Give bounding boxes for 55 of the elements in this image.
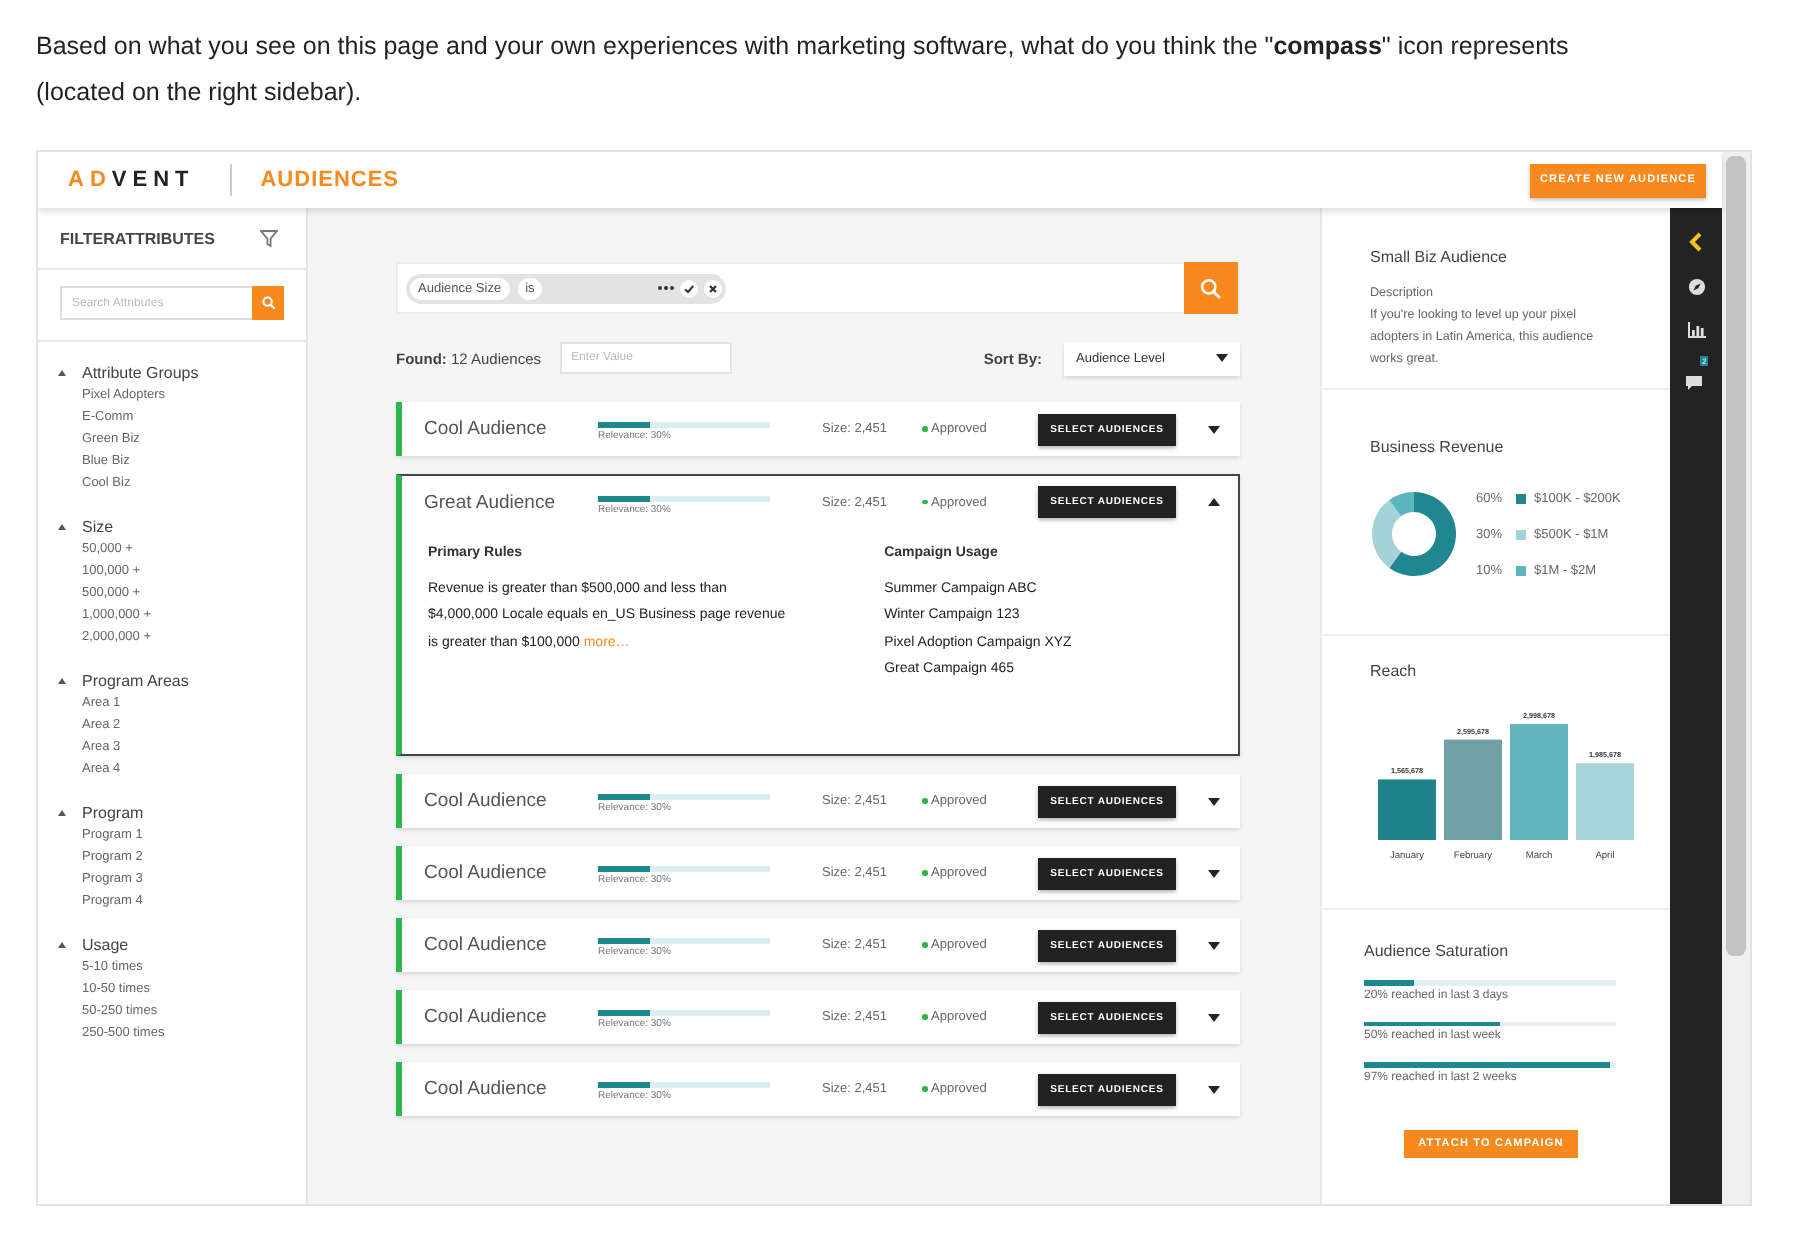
close-icon[interactable] [704, 279, 722, 297]
collapse-icon[interactable] [1688, 232, 1704, 252]
expand-caret-icon[interactable] [1208, 425, 1220, 433]
logo: AD VENT [68, 168, 195, 192]
group-heading[interactable]: Attribute Groups [82, 364, 199, 382]
audience-name: Cool Audience [424, 934, 549, 956]
status-dot [922, 942, 927, 948]
search-icon [1200, 277, 1222, 299]
expand-caret-icon[interactable] [1208, 797, 1220, 805]
check-icon[interactable] [680, 279, 698, 297]
expand-caret-icon[interactable] [1208, 1013, 1220, 1021]
page-title: AUDIENCES [260, 168, 400, 192]
search-icon [261, 296, 275, 310]
audience-name: Cool Audience [424, 418, 549, 440]
status-dot [922, 870, 927, 876]
question-text: Based on what you see on this page and your own experiences with marketing software, what do you think the "compass" icon represents (located on the right sidebar). [36, 30, 1571, 110]
group-heading[interactable]: Usage [82, 936, 129, 954]
chat-icon[interactable] [1686, 374, 1706, 390]
group-heading[interactable]: Program Areas [82, 672, 189, 690]
audience-title: Small Biz Audience [1370, 248, 1509, 266]
expand-toggle-icon[interactable] [58, 370, 66, 376]
audience-name: Great Audience [424, 491, 557, 513]
chart-title: Business Revenue [1370, 438, 1506, 456]
expand-caret-icon[interactable] [1208, 941, 1220, 949]
section-title: Audience Saturation [1364, 942, 1511, 960]
bar [1510, 724, 1568, 840]
expand-caret-icon[interactable] [1208, 1085, 1220, 1093]
filter-icon[interactable] [260, 229, 278, 247]
more-icon[interactable] [658, 284, 674, 292]
status-dot [922, 1086, 927, 1092]
expand-toggle-icon[interactable] [58, 942, 66, 948]
group-heading[interactable]: Program [82, 804, 144, 822]
bar [1378, 779, 1436, 840]
audience-name: Cool Audience [424, 1078, 549, 1100]
status-dot [922, 499, 927, 505]
bar [1576, 763, 1634, 840]
scrollbar-thumb[interactable] [1726, 156, 1746, 956]
status-dot [922, 426, 927, 432]
status-dot [922, 1014, 927, 1020]
audience-name: Cool Audience [424, 1006, 549, 1028]
expand-toggle-icon[interactable] [58, 678, 66, 684]
compass-icon[interactable] [1687, 278, 1705, 296]
chart-title: Reach [1370, 662, 1419, 680]
expand-caret-icon[interactable] [1208, 869, 1220, 877]
audience-name: Cool Audience [424, 862, 549, 884]
filter-title: FILTERATTRIBUTES [60, 229, 215, 247]
audience-name: Cool Audience [424, 790, 549, 812]
caret-icon [1216, 354, 1228, 362]
group-heading[interactable]: Size [82, 518, 114, 536]
collapse-caret-icon[interactable] [1208, 498, 1220, 506]
expand-toggle-icon[interactable] [58, 524, 66, 530]
bar-chart-icon[interactable] [1687, 322, 1705, 338]
bar [1444, 739, 1502, 840]
status-dot [922, 798, 927, 804]
expand-toggle-icon[interactable] [58, 810, 66, 816]
